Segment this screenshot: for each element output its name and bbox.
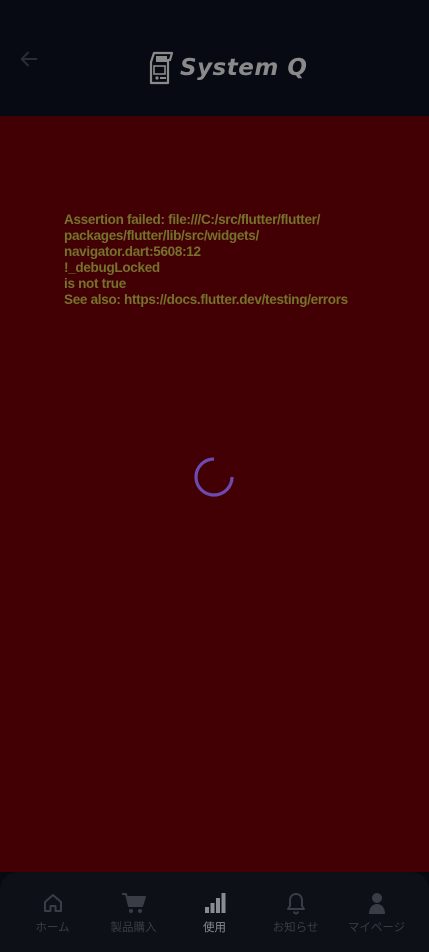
error-line: packages/flutter/lib/src/widgets/ bbox=[64, 228, 259, 243]
arrow-left-icon bbox=[20, 51, 38, 67]
bell-icon bbox=[283, 890, 309, 916]
home-icon bbox=[40, 890, 66, 916]
error-line: !_debugLocked bbox=[64, 260, 160, 275]
nav-label: ホーム bbox=[35, 920, 70, 934]
nav-item-mypage[interactable]: マイページ bbox=[343, 890, 411, 935]
nav-item-notifications[interactable]: お知らせ bbox=[262, 890, 330, 935]
error-line: is not true bbox=[64, 276, 126, 291]
error-panel: Assertion failed: file:///C:/src/flutter… bbox=[0, 116, 429, 872]
nav-label: マイページ bbox=[347, 920, 406, 934]
bar-chart-icon bbox=[202, 890, 228, 916]
nav-label: 製品購入 bbox=[110, 920, 157, 934]
nav-label: お知らせ bbox=[272, 920, 319, 934]
bottom-navigation: ホーム 製品購入 使用 お知らせ マイページ bbox=[0, 872, 429, 952]
error-line: Assertion failed: file:///C:/src/flutter… bbox=[64, 212, 321, 227]
nav-item-usage[interactable]: 使用 bbox=[181, 890, 249, 935]
app-screen: System Q Assertion failed: file:///C:/sr… bbox=[0, 0, 429, 952]
nav-label: 使用 bbox=[203, 920, 226, 934]
arcade-machine-icon bbox=[149, 51, 174, 85]
cart-icon bbox=[121, 890, 147, 916]
app-logo: System Q bbox=[148, 50, 307, 86]
nav-item-purchase[interactable]: 製品購入 bbox=[100, 890, 168, 935]
error-line: navigator.dart:5608:12 bbox=[64, 244, 201, 259]
person-icon bbox=[364, 890, 390, 916]
back-button[interactable] bbox=[14, 44, 44, 74]
error-line: See also: https://docs.flutter.dev/testi… bbox=[64, 292, 348, 307]
nav-item-home[interactable]: ホーム bbox=[19, 890, 87, 935]
app-header: System Q bbox=[0, 0, 429, 116]
loading-spinner-icon bbox=[194, 457, 234, 497]
logo-text: System Q bbox=[180, 55, 308, 81]
error-message: Assertion failed: file:///C:/src/flutter… bbox=[64, 212, 384, 308]
